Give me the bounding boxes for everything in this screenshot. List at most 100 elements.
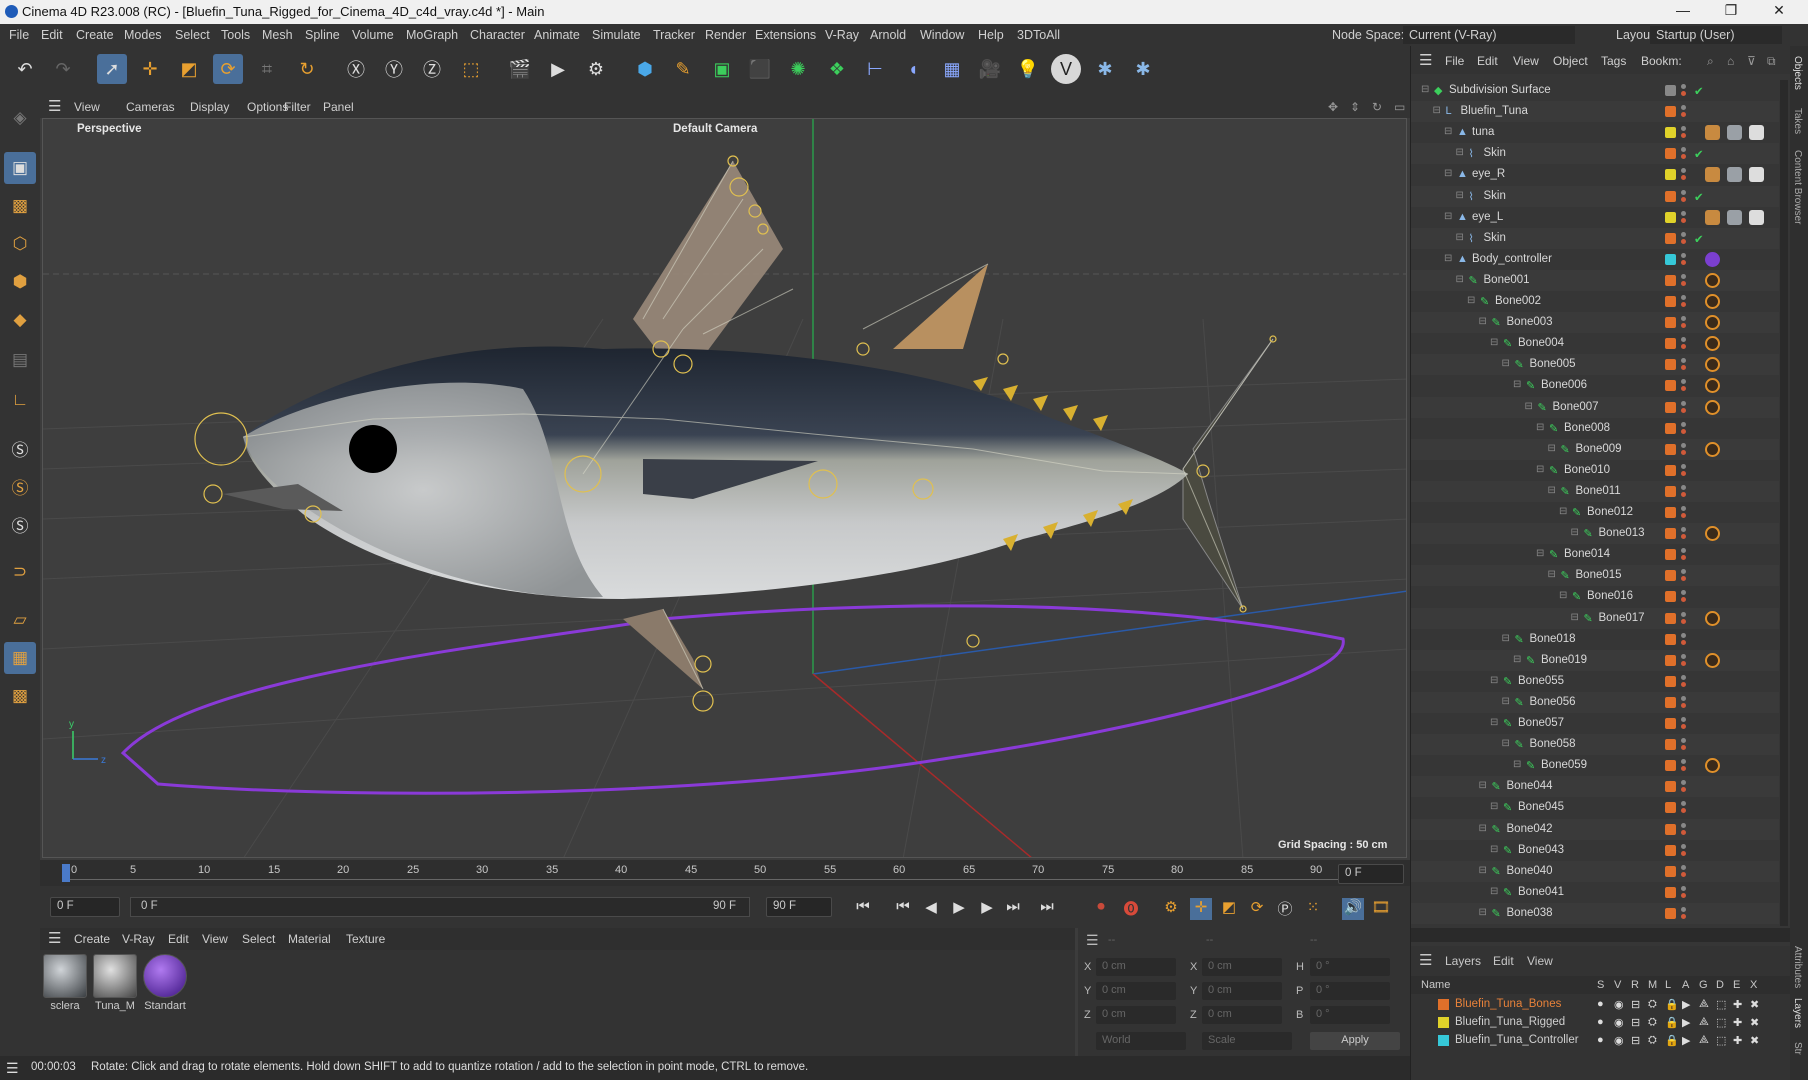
menu-simulate[interactable]: Simulate	[592, 28, 641, 42]
expand-toggle-icon[interactable]: ⊟	[1490, 801, 1502, 813]
object-name[interactable]: tuna	[1472, 126, 1494, 138]
position-z-field[interactable]: 0 cm	[1096, 1006, 1176, 1024]
material-menu-select[interactable]: Select	[242, 932, 275, 946]
visibility-dots[interactable]	[1681, 527, 1686, 540]
camera-icon[interactable]: 🎥	[975, 54, 1005, 84]
layer-color-swatch[interactable]	[1665, 760, 1676, 772]
object-name[interactable]: Bone057	[1518, 717, 1564, 729]
object-name[interactable]: Bone004	[1518, 337, 1564, 349]
object-horizontal-scrollbar[interactable]	[1411, 928, 1791, 942]
layer-color-swatch[interactable]	[1665, 169, 1676, 181]
expand-toggle-icon[interactable]: ⊟	[1490, 675, 1502, 687]
object-name[interactable]: Bone005	[1530, 358, 1576, 370]
enabled-check-icon[interactable]: ✔	[1694, 147, 1706, 161]
rotation-b-field[interactable]: 0 °	[1310, 1006, 1390, 1024]
visibility-dots[interactable]	[1681, 358, 1686, 371]
tab-takes[interactable]: Takes	[1792, 108, 1803, 134]
object-name[interactable]: Bone015	[1576, 569, 1622, 581]
object-name[interactable]: Bone056	[1530, 696, 1576, 708]
viewport-hamburger-icon[interactable]: ☰	[48, 97, 61, 115]
visibility-dots[interactable]	[1681, 843, 1686, 856]
scale-icon[interactable]: ◩	[174, 54, 204, 84]
layer-color-swatch[interactable]	[1665, 274, 1676, 286]
layer-toggle-icon[interactable]: ▶	[1682, 1016, 1690, 1029]
expand-toggle-icon[interactable]: ⊟	[1490, 886, 1502, 898]
viewport-menu-options[interactable]: Options	[247, 100, 288, 114]
expand-toggle-icon[interactable]: ⊟	[1536, 464, 1548, 476]
timeline-playhead[interactable]	[62, 864, 70, 882]
material-tag-icon[interactable]	[1705, 125, 1720, 141]
make-editable-icon[interactable]: ◈	[4, 102, 36, 134]
expand-toggle-icon[interactable]: ⊟	[1502, 633, 1514, 645]
expand-toggle-icon[interactable]: ⊟	[1536, 548, 1548, 560]
layer-toggle-icon[interactable]: 🔒	[1665, 1016, 1679, 1029]
visibility-dots[interactable]	[1681, 147, 1686, 160]
expand-toggle-icon[interactable]: ⊟	[1444, 253, 1456, 265]
layer-color-swatch[interactable]	[1665, 443, 1676, 455]
material-tag-icon[interactable]	[1749, 167, 1764, 183]
previous-frame-icon[interactable]: ◀	[920, 898, 942, 920]
enabled-check-icon[interactable]: ✔	[1694, 84, 1706, 98]
object-name[interactable]: Bone019	[1541, 654, 1587, 666]
menu-vray[interactable]: V-Ray	[825, 28, 859, 42]
object-menu-bookmarks[interactable]: Bookm:	[1641, 54, 1682, 68]
expand-toggle-icon[interactable]: ⊟	[1548, 569, 1560, 581]
object-name[interactable]: eye_R	[1472, 168, 1505, 180]
object-name[interactable]: Bone041	[1518, 886, 1564, 898]
material-standart[interactable]: Standart	[142, 954, 188, 1014]
object-row[interactable]: ⊟ ⌇ Skin ✔	[1411, 185, 1779, 207]
layer-color-swatch[interactable]	[1665, 739, 1676, 751]
layer-color-swatch[interactable]	[1665, 570, 1676, 582]
layer-toggle-icon[interactable]: ●	[1597, 1034, 1604, 1046]
visibility-dots[interactable]	[1681, 168, 1686, 181]
expand-toggle-icon[interactable]: ⊟	[1433, 105, 1445, 117]
viewport-zoom-icon[interactable]: ⇕	[1350, 100, 1360, 114]
layer-toggle-icon[interactable]: ●	[1597, 998, 1604, 1010]
visibility-dots[interactable]	[1681, 632, 1686, 645]
object-name[interactable]: Bone006	[1541, 379, 1587, 391]
expand-toggle-icon[interactable]: ⊟	[1456, 190, 1468, 202]
layer-color-swatch[interactable]	[1665, 696, 1676, 708]
object-row[interactable]: ⊟ ✎ Bone009	[1411, 438, 1779, 460]
visibility-dots[interactable]	[1681, 105, 1686, 118]
frame-range-slider[interactable]: 0 F 90 F	[130, 897, 750, 917]
redo-icon[interactable]: ↷	[48, 54, 78, 84]
layer-toggle-icon[interactable]: ✖	[1750, 998, 1759, 1011]
layer-color-swatch[interactable]	[1665, 718, 1676, 729]
layer-row[interactable]: Bluefin_Tuna_Bones ● ◉ ⊟ ⛭ 🔒 ▶ ⟁ ⬚ ✚ ✖	[1411, 996, 1781, 1014]
visibility-dots[interactable]	[1681, 590, 1686, 603]
object-row[interactable]: ⊟ ▲ eye_R	[1411, 164, 1779, 185]
layer-toggle-icon[interactable]: ✚	[1733, 998, 1742, 1011]
expand-toggle-icon[interactable]: ⊟	[1513, 379, 1525, 391]
layer-menu-view[interactable]: View	[1527, 954, 1553, 968]
solo-off-icon[interactable]: Ⓢ	[4, 508, 36, 540]
layer-hamburger-icon[interactable]: ☰	[1419, 951, 1432, 969]
object-row[interactable]: ⊟ ✎ Bone005	[1411, 354, 1779, 376]
object-row[interactable]: ⊟ ✎ Bone016	[1411, 586, 1779, 607]
visibility-dots[interactable]	[1681, 653, 1686, 666]
visibility-dots[interactable]	[1681, 126, 1686, 139]
material-tag-icon[interactable]	[1705, 167, 1720, 183]
layer-color-swatch[interactable]	[1665, 675, 1676, 687]
object-row[interactable]: ⊟ ✎ Bone011	[1411, 480, 1779, 502]
axis-mode-icon[interactable]: ∟	[4, 384, 36, 416]
menu-edit[interactable]: Edit	[41, 28, 63, 42]
object-name[interactable]: Bone002	[1495, 295, 1541, 307]
layer-color-swatch[interactable]	[1665, 823, 1676, 835]
size-z-field[interactable]: 0 cm	[1202, 1006, 1282, 1024]
object-row[interactable]: ⊟ ⌇ Skin ✔	[1411, 227, 1779, 249]
object-row[interactable]: ⊟ ✎ Bone019	[1411, 649, 1779, 671]
expand-toggle-icon[interactable]: ⊟	[1479, 780, 1491, 792]
layer-toggle-icon[interactable]: ◉	[1614, 1034, 1624, 1047]
layer-name[interactable]: Bluefin_Tuna_Bones	[1455, 998, 1561, 1010]
object-name[interactable]: Bone013	[1599, 527, 1645, 539]
object-name[interactable]: Bone011	[1576, 485, 1621, 497]
visibility-dots[interactable]	[1681, 801, 1686, 814]
layer-color-swatch[interactable]	[1665, 886, 1676, 898]
layer-name[interactable]: Bluefin_Tuna_Controller	[1455, 1034, 1579, 1046]
object-name[interactable]: Bone003	[1507, 316, 1553, 328]
visibility-dots[interactable]	[1681, 273, 1686, 286]
layer-toggle-icon[interactable]: ◉	[1614, 998, 1624, 1011]
object-name[interactable]: Bone045	[1518, 801, 1564, 813]
layer-color-swatch[interactable]	[1438, 1017, 1449, 1028]
